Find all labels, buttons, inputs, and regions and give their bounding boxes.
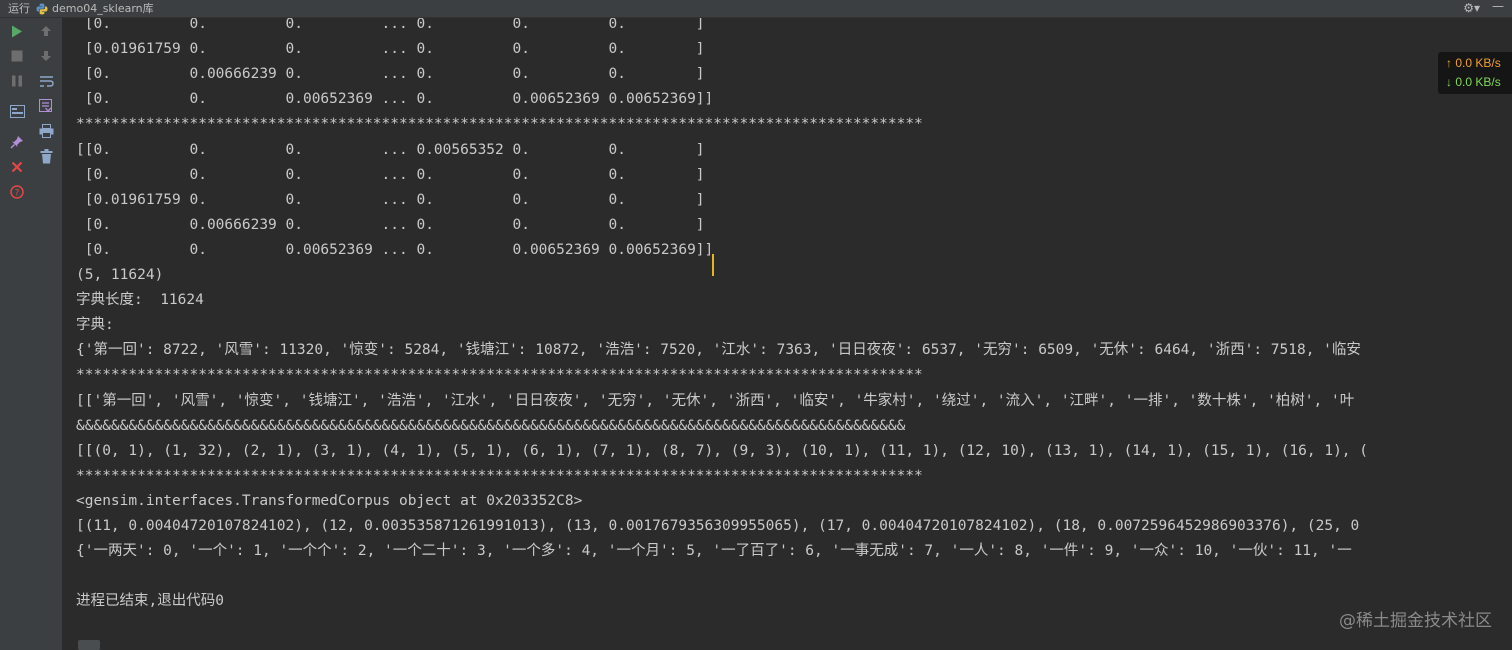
console-line: (5, 11624) — [76, 267, 164, 283]
console-line: [0. 0. 0.00652369 ... 0. 0.00652369 0.00… — [76, 91, 714, 107]
console-line: [0. 0. 0. ... 0. 0. 0. ] — [76, 18, 705, 32]
scroll-to-end-icon[interactable] — [37, 97, 55, 115]
console-line: [0. 0.00666239 0. ... 0. 0. 0. ] — [76, 217, 705, 233]
tab-label: demo04_sklearn库 — [52, 2, 154, 15]
console-line: {'一两天': 0, '一个': 1, '一个个': 2, '一个二十': 3,… — [76, 543, 1352, 559]
console-output[interactable]: [0. 0. 0. ... 0. 0. 0. ] [0.01961759 0. … — [62, 18, 1512, 636]
python-icon — [36, 3, 48, 14]
stop-icon[interactable] — [8, 47, 26, 65]
console-line: [0.01961759 0. 0. ... 0. 0. 0. ] — [76, 41, 705, 57]
pin-icon[interactable] — [8, 133, 26, 151]
print-icon[interactable] — [37, 122, 55, 140]
console-line: [[(0, 1), (1, 32), (2, 1), (3, 1), (4, 1… — [76, 443, 1369, 459]
scroll-down-icon[interactable] — [37, 47, 55, 65]
run-toolbar: ? — [0, 18, 63, 650]
console-line: {'第一回': 8722, '风雪': 11320, '惊变': 5284, '… — [76, 342, 1361, 358]
layout-icon[interactable] — [8, 102, 26, 120]
svg-text:?: ? — [15, 189, 20, 199]
text-cursor — [712, 254, 714, 276]
console-line: &&&&&&&&&&&&&&&&&&&&&&&&&&&&&&&&&&&&&&&&… — [76, 418, 906, 434]
console-line: ****************************************… — [76, 468, 923, 484]
watermark: @稀土掘金技术社区 — [1339, 611, 1492, 631]
console-line: [['第一回', '风雪', '惊变', '钱塘江', '浩浩', '江水', … — [76, 393, 1355, 409]
soft-wrap-icon[interactable] — [37, 72, 55, 90]
run-label: 运行 — [8, 2, 30, 15]
close-icon[interactable] — [8, 158, 26, 176]
run-config-tab[interactable]: demo04_sklearn库 — [36, 0, 154, 17]
console-line: <gensim.interfaces.TransformedCorpus obj… — [76, 493, 583, 509]
scroll-up-icon[interactable] — [37, 22, 55, 40]
console-line: ****************************************… — [76, 116, 923, 132]
help-icon[interactable]: ? — [8, 183, 26, 201]
download-arrow-icon: ↓ — [1446, 75, 1452, 89]
rerun-icon[interactable] — [8, 22, 26, 40]
network-speed-monitor: ↑ 0.0 KB/s ↓ 0.0 KB/s — [1438, 52, 1512, 94]
console-line: [[0. 0. 0. ... 0.00565352 0. 0. ] — [76, 142, 705, 158]
pause-icon[interactable] — [8, 72, 26, 90]
console-line: ****************************************… — [76, 367, 923, 383]
upload-arrow-icon: ↑ — [1446, 56, 1452, 70]
console-line: [0. 0. 0. ... 0. 0. 0. ] — [76, 167, 705, 183]
download-speed: 0.0 KB/s — [1455, 75, 1501, 89]
trash-icon[interactable] — [37, 147, 55, 165]
horizontal-scrollbar[interactable] — [62, 636, 1512, 650]
console-line: 字典长度: 11624 — [76, 292, 204, 308]
console-line: [(11, 0.00404720107824102), (12, 0.00353… — [76, 518, 1360, 534]
console-line-exit: 进程已结束,退出代码0 — [76, 593, 224, 609]
scrollbar-thumb[interactable] — [78, 640, 100, 650]
minimize-icon[interactable]: — — [1492, 0, 1504, 15]
console-line: [0.01961759 0. 0. ... 0. 0. 0. ] — [76, 192, 705, 208]
upload-speed: 0.0 KB/s — [1455, 56, 1501, 70]
run-window-titlebar: 运行 demo04_sklearn库 ⚙▾ — — [0, 0, 1512, 18]
console-line: 字典: — [76, 317, 114, 333]
console-line: [0. 0. 0.00652369 ... 0. 0.00652369 0.00… — [76, 242, 714, 258]
settings-gear-icon[interactable]: ⚙▾ — [1463, 0, 1480, 17]
console-line: [0. 0.00666239 0. ... 0. 0. 0. ] — [76, 66, 705, 82]
